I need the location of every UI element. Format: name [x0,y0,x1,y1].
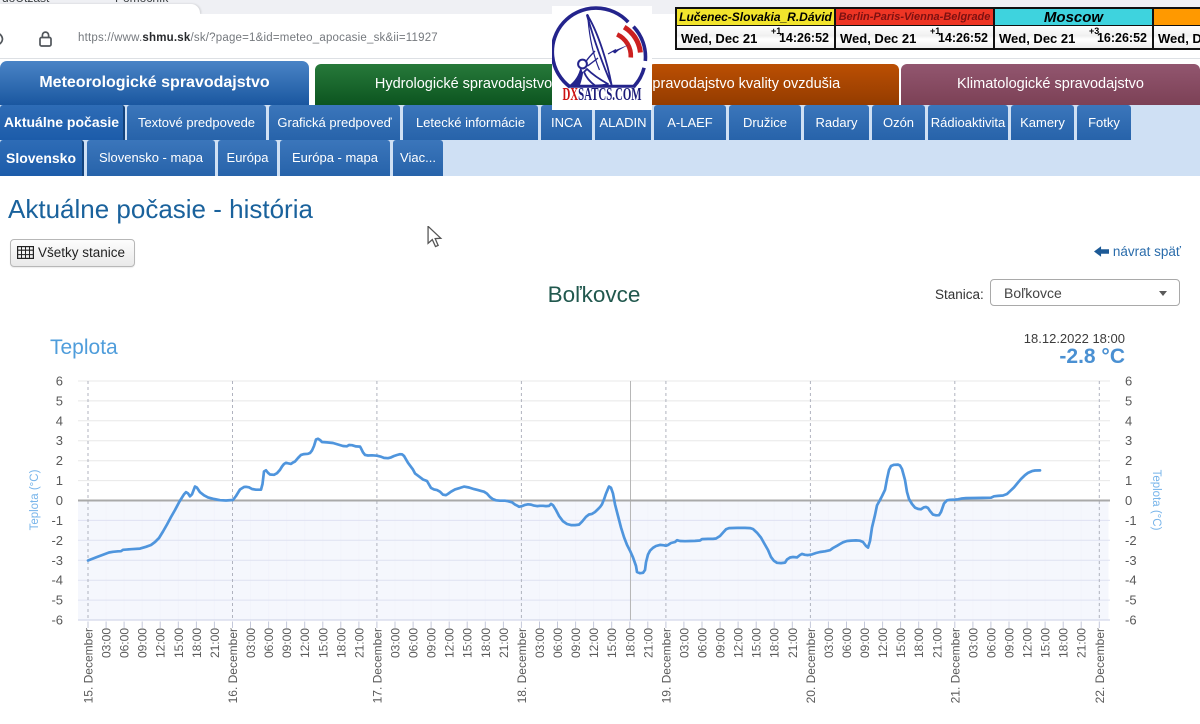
svg-text:1: 1 [56,473,63,488]
svg-text:12:00: 12:00 [587,628,601,658]
svg-text:12:00: 12:00 [298,628,312,658]
svg-text:1: 1 [1125,473,1132,488]
svg-text:12:00: 12:00 [876,628,890,658]
svg-text:21:00: 21:00 [786,628,800,658]
svg-text:17. December: 17. December [370,628,384,703]
svg-text:09:00: 09:00 [569,628,583,658]
svg-text:06:00: 06:00 [840,628,854,658]
svg-text:18. December: 18. December [515,628,529,703]
svg-text:09:00: 09:00 [136,628,150,658]
svg-text:3: 3 [1125,433,1132,448]
svg-text:15:00: 15:00 [1039,628,1053,658]
svg-text:15:00: 15:00 [172,628,186,658]
svg-text:6: 6 [56,374,63,389]
svg-text:06:00: 06:00 [696,628,710,658]
svg-text:18:00: 18:00 [334,628,348,658]
svg-text:06:00: 06:00 [262,628,276,658]
svg-text:15:00: 15:00 [605,628,619,658]
svg-text:21:00: 21:00 [1075,628,1089,658]
svg-text:Teplota (°C): Teplota (°C) [1150,470,1162,531]
svg-text:15. December: 15. December [82,628,96,703]
svg-text:2: 2 [56,453,63,468]
svg-text:03:00: 03:00 [966,628,980,658]
svg-text:5: 5 [56,393,63,408]
svg-text:-6: -6 [1125,613,1137,628]
svg-text:09:00: 09:00 [280,628,294,658]
svg-text:3: 3 [56,433,63,448]
svg-text:2: 2 [1125,453,1132,468]
svg-text:18:00: 18:00 [768,628,782,658]
svg-text:-4: -4 [1125,573,1137,588]
svg-text:6: 6 [1125,374,1132,389]
svg-text:09:00: 09:00 [1003,628,1017,658]
svg-text:20. December: 20. December [804,628,818,703]
svg-text:-3: -3 [1125,553,1137,568]
svg-text:0: 0 [1125,493,1132,508]
svg-text:18:00: 18:00 [912,628,926,658]
svg-text:Teplota (°C): Teplota (°C) [29,469,41,530]
svg-text:09:00: 09:00 [425,628,439,658]
svg-text:21. December: 21. December [948,628,962,703]
svg-text:-2: -2 [51,533,63,548]
svg-text:19. December: 19. December [659,628,673,703]
svg-text:18:00: 18:00 [190,628,204,658]
svg-text:09:00: 09:00 [858,628,872,658]
svg-text:12:00: 12:00 [154,628,168,658]
svg-text:18:00: 18:00 [623,628,637,658]
svg-text:03:00: 03:00 [389,628,403,658]
svg-text:03:00: 03:00 [533,628,547,658]
svg-text:12:00: 12:00 [443,628,457,658]
svg-text:21:00: 21:00 [208,628,222,658]
svg-text:21:00: 21:00 [352,628,366,658]
svg-text:12:00: 12:00 [732,628,746,658]
svg-text:-3: -3 [51,553,63,568]
svg-text:-1: -1 [51,513,63,528]
svg-text:15:00: 15:00 [894,628,908,658]
svg-text:5: 5 [1125,393,1132,408]
svg-text:03:00: 03:00 [100,628,114,658]
svg-text:16. December: 16. December [226,628,240,703]
svg-text:03:00: 03:00 [677,628,691,658]
svg-text:06:00: 06:00 [984,628,998,658]
svg-text:09:00: 09:00 [714,628,728,658]
svg-text:-5: -5 [1125,593,1137,608]
svg-text:-2: -2 [1125,533,1137,548]
svg-text:-1: -1 [1125,513,1137,528]
svg-text:06:00: 06:00 [551,628,565,658]
svg-text:06:00: 06:00 [407,628,421,658]
svg-text:22. December: 22. December [1093,628,1107,703]
svg-text:18:00: 18:00 [1057,628,1071,658]
svg-text:4: 4 [56,413,63,428]
svg-text:0: 0 [56,493,63,508]
svg-text:12:00: 12:00 [1021,628,1035,658]
svg-text:15:00: 15:00 [461,628,475,658]
svg-text:-5: -5 [51,593,63,608]
svg-text:21:00: 21:00 [497,628,511,658]
svg-text:4: 4 [1125,413,1132,428]
svg-text:21:00: 21:00 [641,628,655,658]
svg-text:-4: -4 [51,573,63,588]
svg-text:06:00: 06:00 [118,628,132,658]
svg-text:18:00: 18:00 [479,628,493,658]
svg-text:15:00: 15:00 [750,628,764,658]
svg-text:03:00: 03:00 [244,628,258,658]
svg-text:-6: -6 [51,613,63,628]
svg-text:21:00: 21:00 [930,628,944,658]
svg-text:15:00: 15:00 [316,628,330,658]
svg-text:03:00: 03:00 [822,628,836,658]
